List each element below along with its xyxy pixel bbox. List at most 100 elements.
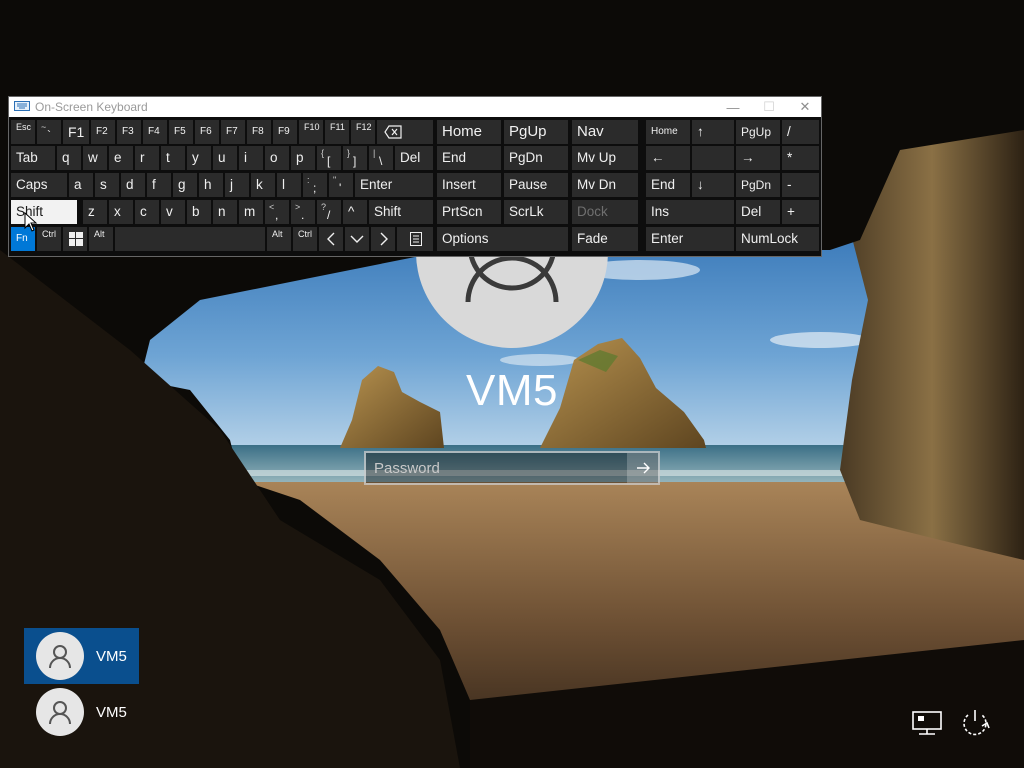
numpad-divide[interactable]: / xyxy=(782,120,819,144)
key-f7[interactable]: F7 xyxy=(221,120,245,144)
key-f3[interactable]: F3 xyxy=(117,120,141,144)
key-w[interactable]: w xyxy=(83,146,107,170)
key-backslash[interactable]: | \ xyxy=(369,146,393,170)
key-up-arrow[interactable]: ^ xyxy=(343,200,367,224)
key-y[interactable]: y xyxy=(187,146,211,170)
key-p[interactable]: p xyxy=(291,146,315,170)
key-menu[interactable] xyxy=(397,227,433,251)
key-k[interactable]: k xyxy=(251,173,275,197)
numpad-right[interactable]: → xyxy=(736,146,780,170)
key-h[interactable]: h xyxy=(199,173,223,197)
key-pause[interactable]: Pause xyxy=(504,173,568,197)
key-space[interactable] xyxy=(115,227,265,251)
numpad-plus[interactable]: + xyxy=(782,200,819,224)
numpad-left[interactable]: ← xyxy=(646,146,690,170)
key-r[interactable]: r xyxy=(135,146,159,170)
numpad-up[interactable]: ↑ xyxy=(692,120,734,144)
key-b[interactable]: b xyxy=(187,200,211,224)
key-f2[interactable]: F2 xyxy=(91,120,115,144)
numpad-pgup[interactable]: PgUp xyxy=(736,120,780,144)
key-enter[interactable]: Enter xyxy=(355,173,433,197)
numpad-down[interactable]: ↓ xyxy=(692,173,734,197)
key-c[interactable]: c xyxy=(135,200,159,224)
network-icon[interactable] xyxy=(910,706,944,740)
numpad-enter[interactable]: Enter xyxy=(646,227,734,251)
key-d[interactable]: d xyxy=(121,173,145,197)
key-e[interactable]: e xyxy=(109,146,133,170)
key-del[interactable]: Del xyxy=(395,146,433,170)
numpad-pgdn[interactable]: PgDn xyxy=(736,173,780,197)
key-t[interactable]: t xyxy=(161,146,185,170)
numpad-minus[interactable]: - xyxy=(782,173,819,197)
key-f12[interactable]: F12 xyxy=(351,120,375,144)
key-alt-right[interactable]: Alt xyxy=(267,227,291,251)
key-l[interactable]: l xyxy=(277,173,301,197)
key-f11[interactable]: F11 xyxy=(325,120,349,144)
key-ctrl-right[interactable]: Ctrl xyxy=(293,227,317,251)
key-semicolon[interactable]: : ; xyxy=(303,173,327,197)
key-tilde[interactable]: ~ ` xyxy=(37,120,61,144)
fade-button[interactable]: Fade xyxy=(572,227,638,251)
minimize-button[interactable]: — xyxy=(715,97,751,117)
key-left-bracket[interactable]: { [ xyxy=(317,146,341,170)
key-v[interactable]: v xyxy=(161,200,185,224)
key-f8[interactable]: F8 xyxy=(247,120,271,144)
power-icon[interactable] xyxy=(958,706,992,740)
key-prtscn[interactable]: PrtScn xyxy=(437,200,501,224)
user-tile-vm5[interactable]: VM5 xyxy=(24,684,139,740)
key-f[interactable]: f xyxy=(147,173,171,197)
move-up-button[interactable]: Mv Up xyxy=(572,146,638,170)
key-down-arrow[interactable] xyxy=(345,227,369,251)
key-tab[interactable]: Tab xyxy=(11,146,55,170)
key-pgdn[interactable]: PgDn xyxy=(504,146,568,170)
key-f4[interactable]: F4 xyxy=(143,120,167,144)
key-insert[interactable]: Insert xyxy=(437,173,501,197)
key-o[interactable]: o xyxy=(265,146,289,170)
key-shift-right[interactable]: Shift xyxy=(369,200,433,224)
numpad-numlock[interactable]: NumLock xyxy=(736,227,819,251)
key-comma[interactable]: < , xyxy=(265,200,289,224)
user-tile-vm5-selected[interactable]: VM5 xyxy=(24,628,139,684)
submit-button[interactable] xyxy=(627,453,658,483)
key-scrlk[interactable]: ScrLk xyxy=(504,200,568,224)
nav-button[interactable]: Nav xyxy=(572,120,638,144)
key-x[interactable]: x xyxy=(109,200,133,224)
numpad-5[interactable] xyxy=(692,146,734,170)
key-m[interactable]: m xyxy=(239,200,263,224)
key-esc[interactable]: Esc xyxy=(11,120,35,144)
key-end[interactable]: End xyxy=(437,146,501,170)
numpad-home[interactable]: Home xyxy=(646,120,690,144)
key-u[interactable]: u xyxy=(213,146,237,170)
key-right-arrow[interactable] xyxy=(371,227,395,251)
key-backspace[interactable] xyxy=(377,120,433,144)
key-f6[interactable]: F6 xyxy=(195,120,219,144)
key-j[interactable]: j xyxy=(225,173,249,197)
key-period[interactable]: > . xyxy=(291,200,315,224)
key-s[interactable]: s xyxy=(95,173,119,197)
key-caps-lock[interactable]: Caps xyxy=(11,173,67,197)
key-z[interactable]: z xyxy=(83,200,107,224)
key-alt-left[interactable]: Alt xyxy=(89,227,113,251)
numpad-multiply[interactable]: * xyxy=(782,146,819,170)
numpad-del[interactable]: Del xyxy=(736,200,780,224)
dock-button[interactable]: Dock xyxy=(572,200,638,224)
key-f1[interactable]: F1 xyxy=(63,120,89,144)
password-input[interactable] xyxy=(366,453,627,483)
key-f9[interactable]: F9 xyxy=(273,120,297,144)
key-n[interactable]: n xyxy=(213,200,237,224)
key-right-bracket[interactable]: } ] xyxy=(343,146,367,170)
key-a[interactable]: a xyxy=(69,173,93,197)
numpad-ins[interactable]: Ins xyxy=(646,200,734,224)
numpad-end[interactable]: End xyxy=(646,173,690,197)
maximize-button[interactable]: ☐ xyxy=(751,97,787,117)
key-quote[interactable]: " ' xyxy=(329,173,353,197)
key-g[interactable]: g xyxy=(173,173,197,197)
key-home[interactable]: Home xyxy=(437,120,501,144)
key-slash[interactable]: ? / xyxy=(317,200,341,224)
osk-title-bar[interactable]: On-Screen Keyboard — ☐ ✕ xyxy=(9,97,821,117)
key-windows[interactable] xyxy=(63,227,87,251)
close-button[interactable]: ✕ xyxy=(787,97,823,117)
key-i[interactable]: i xyxy=(239,146,263,170)
key-q[interactable]: q xyxy=(57,146,81,170)
key-ctrl-left[interactable]: Ctrl xyxy=(37,227,61,251)
